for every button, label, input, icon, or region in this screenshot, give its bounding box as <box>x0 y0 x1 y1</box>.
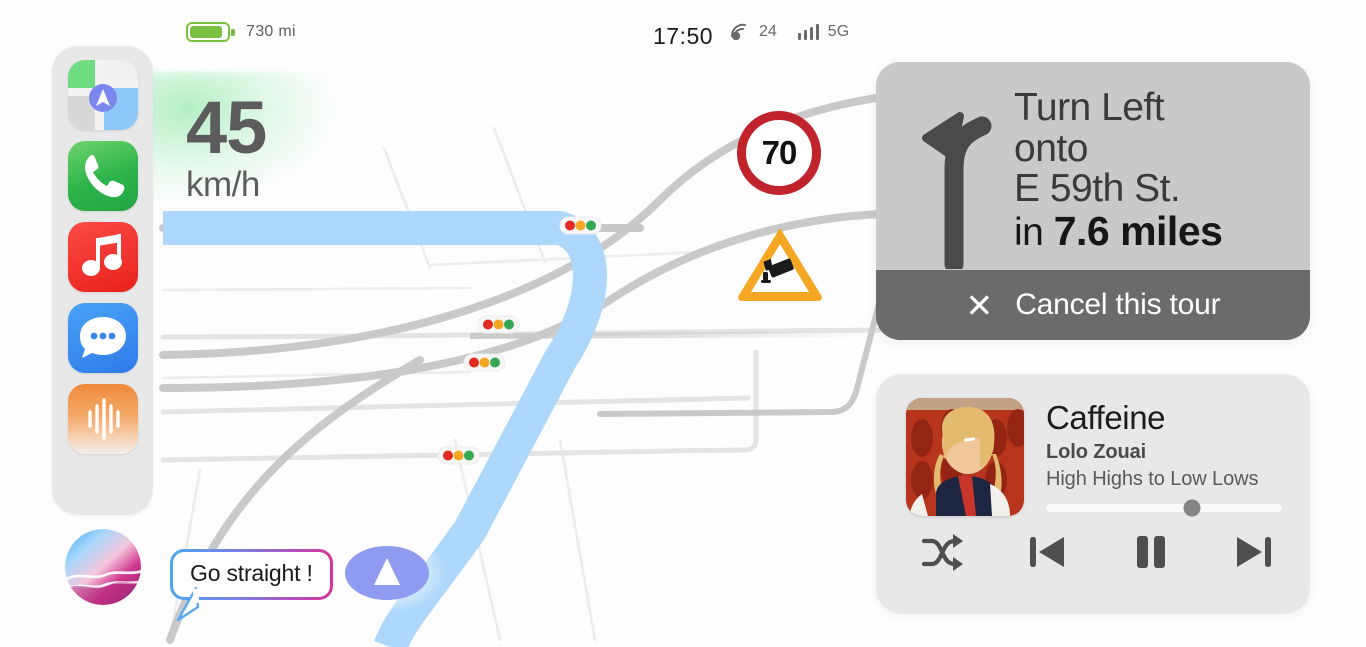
nav-distance-prefix: in <box>1014 210 1044 254</box>
cancel-tour-label: Cancel this tour <box>1015 288 1221 321</box>
signal-bars-icon <box>797 23 819 40</box>
next-track-button[interactable] <box>1232 530 1276 574</box>
speed-unit: km/h <box>186 165 260 205</box>
traffic-light-marker <box>477 315 520 334</box>
speed-limit-value: 70 <box>761 134 798 171</box>
shuffle-button[interactable] <box>920 530 966 574</box>
turn-left-arrow-icon <box>908 86 994 274</box>
vehicle-position-arrow <box>327 533 447 613</box>
clock: 17:50 <box>652 23 714 49</box>
traffic-light-marker <box>437 446 480 465</box>
speedometer: 45 km/h <box>146 72 336 205</box>
sidebar-item-messages[interactable] <box>67 303 138 373</box>
phone-app-icon <box>84 154 124 198</box>
speed-value: 45 <box>186 86 267 169</box>
album-artwork[interactable] <box>906 398 1024 516</box>
assistant-message-bubble: Go straight ! <box>170 549 333 622</box>
status-bar: 730 mi 17:50 24 5G <box>0 0 1366 58</box>
nav-line-2: onto <box>1014 126 1088 170</box>
app-dock <box>52 46 153 515</box>
previous-track-icon <box>1030 537 1065 567</box>
traffic-light-marker <box>463 353 506 372</box>
nav-line-3: E 59th St. <box>1014 167 1181 211</box>
cancel-tour-button[interactable]: ✕ Cancel this tour <box>876 270 1310 340</box>
track-album: High Highs to Low Lows <box>1046 467 1259 490</box>
audio-waveform-app-icon <box>87 398 120 440</box>
nav-line-1: Turn Left <box>1014 86 1165 129</box>
sidebar-item-maps[interactable] <box>67 60 138 130</box>
speed-limit-sign: 70 <box>737 111 821 195</box>
network-label: 5G <box>827 23 850 40</box>
temperature-value: 24 <box>759 23 777 40</box>
sidebar-item-music[interactable] <box>67 222 138 292</box>
progress-thumb[interactable] <box>1183 499 1201 517</box>
speed-camera-warning-icon[interactable] <box>735 222 825 302</box>
carplay-screen: 730 mi 17:50 24 5G 45 km/h 70 Turn Left … <box>0 0 1366 647</box>
track-artist: Lolo Zouai <box>1046 440 1147 463</box>
assistant-orb[interactable] <box>65 529 141 605</box>
music-player-card: Caffeine Lolo Zouai High Highs to Low Lo… <box>876 374 1310 614</box>
traffic-light-marker <box>559 216 602 235</box>
maps-app-icon <box>67 60 138 130</box>
shuffle-icon <box>921 534 963 571</box>
messages-app-icon <box>79 317 126 358</box>
close-icon: ✕ <box>965 286 994 324</box>
navigation-card: Turn Left onto E 59th St. in 7.6 miles ✕… <box>876 62 1310 340</box>
next-track-icon <box>1236 537 1271 567</box>
bubble-tail <box>176 587 200 622</box>
connectivity-status: 24 5G <box>730 23 849 41</box>
sidebar-item-phone[interactable] <box>67 141 138 211</box>
assistant-message-text: Go straight ! <box>190 560 313 586</box>
pause-icon <box>1136 536 1165 568</box>
music-app-icon <box>81 234 122 276</box>
sidebar-item-audio[interactable] <box>67 384 138 454</box>
playback-progress-slider[interactable] <box>1046 499 1282 517</box>
previous-track-button[interactable] <box>1025 530 1069 574</box>
pause-button[interactable] <box>1129 530 1173 574</box>
signal-dish-icon <box>730 23 746 41</box>
nav-distance-value: 7.6 miles <box>1053 207 1223 254</box>
track-title: Caffeine <box>1046 399 1166 436</box>
navigation-instruction: Turn Left onto E 59th St. in 7.6 miles <box>876 62 1310 274</box>
